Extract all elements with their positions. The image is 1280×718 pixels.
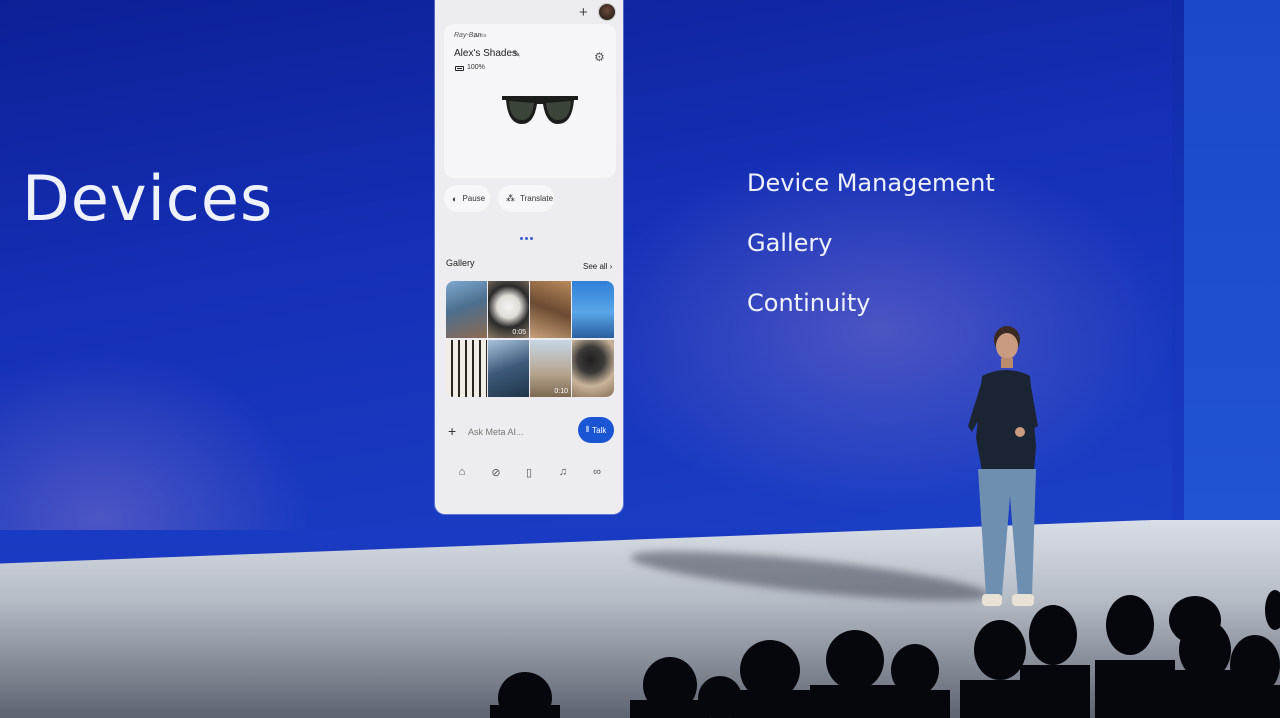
compass-icon[interactable]: ⊘ — [489, 466, 503, 479]
pause-label: Pause — [462, 194, 486, 203]
audience-silhouettes — [490, 590, 1280, 718]
battery-icon — [455, 66, 464, 71]
translate-button[interactable]: ⁂ Translate — [498, 185, 554, 212]
side-screen — [1184, 0, 1280, 520]
device-name: Alex's Shades — [454, 48, 518, 59]
page-indicator — [520, 227, 540, 240]
video-duration: 0:10 — [554, 388, 568, 395]
apps-icon[interactable]: ▯ — [522, 466, 536, 479]
ask-bar: + Ask Meta AI... ⦀ Talk — [435, 415, 623, 445]
feature-device-management: Device Management — [747, 169, 995, 197]
bottom-tab-bar: ⌂ ⊘ ▯ ♫ ∞ — [435, 458, 623, 498]
translate-label: Translate — [520, 194, 554, 203]
glasses-icon[interactable]: ∞ — [590, 466, 604, 478]
gallery-heading: Gallery — [446, 258, 475, 268]
gallery-grid: 0:05 0:10 — [446, 281, 614, 397]
gallery-thumb[interactable] — [446, 340, 487, 397]
quick-actions: ◐ Pause ⁂ Translate — [444, 185, 616, 215]
gallery-thumb[interactable] — [572, 281, 614, 338]
ask-meta-ai-input[interactable]: Ask Meta AI... — [468, 427, 524, 437]
glasses-image — [502, 96, 578, 124]
gallery-thumb[interactable]: 0:10 — [530, 340, 571, 397]
bell-icon[interactable]: ♫ — [556, 466, 570, 478]
gear-icon[interactable]: ⚙ — [594, 50, 605, 64]
presenter — [968, 326, 1038, 606]
plus-icon[interactable]: + — [448, 423, 456, 439]
talk-button[interactable]: ⦀ Talk — [578, 417, 614, 443]
home-icon[interactable]: ⌂ — [455, 466, 469, 478]
avatar[interactable] — [598, 3, 616, 21]
brand-meta: |Meta — [474, 33, 487, 39]
translate-icon: ⁂ — [506, 193, 515, 203]
phone-screen: + Ray-Ban |Meta Alex's Shades ✎ ⚙ 100% ◐… — [435, 0, 623, 514]
feature-gallery: Gallery — [747, 229, 833, 257]
waveform-icon: ⦀ — [585, 425, 590, 434]
gallery-thumb[interactable]: 0:05 — [488, 281, 529, 338]
gallery-thumb[interactable] — [446, 281, 487, 338]
gallery-thumb[interactable] — [530, 281, 571, 338]
add-icon[interactable]: + — [579, 4, 593, 21]
video-duration: 0:05 — [512, 329, 526, 336]
slide-title: Devices — [22, 162, 274, 235]
gallery-thumb[interactable] — [488, 340, 529, 397]
feature-list: Device Management Gallery Continuity — [747, 165, 995, 345]
gallery-thumb[interactable] — [572, 340, 614, 397]
talk-label: Talk — [592, 425, 607, 435]
see-all-link[interactable]: See all › — [583, 262, 612, 271]
feature-continuity: Continuity — [747, 289, 871, 317]
battery-level: 100% — [467, 64, 485, 71]
device-card[interactable]: Ray-Ban |Meta Alex's Shades ✎ ⚙ 100% — [444, 24, 616, 178]
edit-icon[interactable]: ✎ — [513, 49, 521, 60]
pause-button[interactable]: ◐ Pause — [444, 185, 490, 212]
moon-icon: ◐ — [452, 193, 458, 204]
